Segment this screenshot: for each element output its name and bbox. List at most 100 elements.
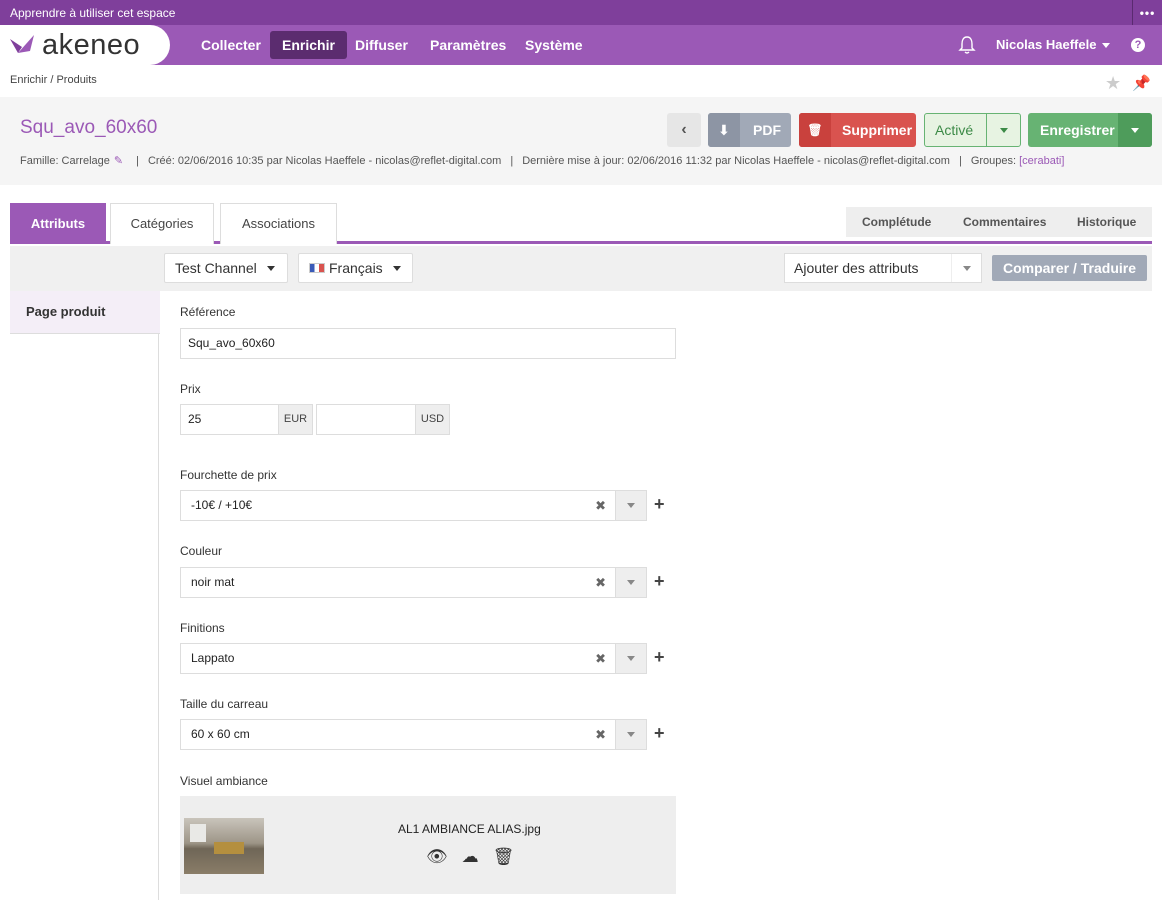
tile-size-dropdown[interactable] <box>615 720 646 749</box>
groups-link[interactable]: [cerabati] <box>1019 155 1064 167</box>
status-toggle[interactable]: Activé <box>924 113 1021 147</box>
tab-associations[interactable]: Associations <box>220 203 337 244</box>
add-attributes-select[interactable]: Ajouter des attributs <box>784 253 982 283</box>
more-menu-button[interactable]: ••• <box>1132 0 1162 25</box>
chevron-down-icon <box>962 265 971 271</box>
reference-label: Référence <box>180 305 236 319</box>
tile-size-value: 60 x 60 cm <box>191 727 250 741</box>
clear-icon[interactable]: ✖ <box>595 644 606 673</box>
tab-historique[interactable]: Historique <box>1077 207 1136 237</box>
trash-icon: 🗑 <box>799 113 831 147</box>
clear-icon[interactable]: ✖ <box>595 720 606 749</box>
nav-parametres[interactable]: Paramètres <box>418 31 518 59</box>
breadcrumb[interactable]: Enrichir / Produits <box>10 74 97 86</box>
tab-attributs[interactable]: Attributs <box>10 203 106 244</box>
save-label: Enregistrer <box>1040 122 1115 138</box>
pencil-icon[interactable]: ✎ <box>114 154 123 167</box>
tab-commentaires[interactable]: Commentaires <box>963 207 1046 237</box>
tile-size-label: Taille du carreau <box>180 697 269 711</box>
compare-translate-button[interactable]: Comparer / Traduire <box>992 255 1147 281</box>
cloud-download-icon[interactable]: ☁ <box>462 847 479 867</box>
color-label: Couleur <box>180 544 223 558</box>
channel-select[interactable]: Test Channel <box>164 253 288 283</box>
delete-button[interactable]: 🗑 Supprimer <box>799 113 916 147</box>
color-select[interactable]: noir mat ✖ <box>180 567 647 598</box>
trash-icon[interactable]: 🗑 <box>493 847 515 867</box>
save-button[interactable]: Enregistrer <box>1028 113 1152 147</box>
price-range-select[interactable]: -10€ / +10€ ✖ <box>180 490 647 521</box>
finish-value: Lappato <box>191 651 235 665</box>
updated-info: Dernière mise à jour: 02/06/2016 11:32 p… <box>522 155 950 167</box>
pin-icon[interactable]: 📌 <box>1132 74 1151 92</box>
star-icon[interactable]: ★ <box>1105 73 1121 94</box>
chevron-down-icon <box>999 127 1008 133</box>
clear-icon[interactable]: ✖ <box>595 568 606 597</box>
back-button[interactable]: ‹ <box>667 113 701 147</box>
pdf-button[interactable]: ⬇ PDF <box>708 113 791 147</box>
save-dropdown[interactable] <box>1118 113 1152 147</box>
plus-icon[interactable]: + <box>654 723 665 744</box>
chevron-down-icon <box>1131 127 1139 133</box>
plus-icon[interactable]: + <box>654 494 665 515</box>
breadcrumb-bar: Enrichir / Produits ★ 📌 <box>0 65 1162 97</box>
channel-value: Test Channel <box>175 260 257 276</box>
add-attributes-dropdown[interactable] <box>951 254 981 282</box>
family-label: Famille: Carrelage <box>20 155 110 167</box>
media-field: AL1 AMBIANCE ALIAS.jpg 👁 ☁ 🗑 <box>180 796 676 894</box>
media-thumbnail[interactable] <box>184 818 264 874</box>
price-eur-unit: EUR <box>278 404 313 435</box>
nav-diffuser[interactable]: Diffuser <box>343 31 420 59</box>
tile-size-select[interactable]: 60 x 60 cm ✖ <box>180 719 647 750</box>
tab-completude[interactable]: Complétude <box>862 207 931 237</box>
color-dropdown[interactable] <box>615 568 646 597</box>
chevron-down-icon <box>627 656 635 661</box>
reference-field[interactable]: Squ_avo_60x60 <box>180 328 676 359</box>
price-range-dropdown[interactable] <box>615 491 646 520</box>
status-dropdown[interactable] <box>986 114 1020 146</box>
plus-icon[interactable]: + <box>654 647 665 668</box>
chevron-down-icon <box>1102 43 1111 49</box>
page-title: Squ_avo_60x60 <box>20 117 158 138</box>
eye-icon[interactable]: 👁 <box>426 847 448 867</box>
user-name: Nicolas Haeffele <box>996 37 1097 52</box>
sidebar-item-page-produit[interactable]: Page produit <box>10 291 160 334</box>
delete-label: Supprimer <box>842 122 913 138</box>
plus-icon[interactable]: + <box>654 571 665 592</box>
user-menu[interactable]: Nicolas Haeffele <box>996 37 1111 52</box>
product-header: Squ_avo_60x60 Famille: Carrelage ✎ | Créé: … <box>0 97 1162 185</box>
clear-icon[interactable]: ✖ <box>595 491 606 520</box>
color-value: noir mat <box>191 575 235 589</box>
chevron-down-icon <box>627 580 635 585</box>
learn-link[interactable]: Apprendre à utiliser cet espace <box>10 6 175 20</box>
chevron-down-icon <box>392 265 401 271</box>
chevron-down-icon <box>627 732 635 737</box>
flag-icon <box>309 263 325 273</box>
price-range-value: -10€ / +10€ <box>191 498 253 512</box>
price-range-label: Fourchette de prix <box>180 468 277 482</box>
finish-label: Finitions <box>180 621 225 635</box>
locale-select[interactable]: Français <box>298 253 413 283</box>
nav-collecter[interactable]: Collecter <box>189 31 273 59</box>
bell-icon[interactable] <box>958 35 976 55</box>
tab-categories[interactable]: Catégories <box>110 203 214 244</box>
nav-systeme[interactable]: Système <box>513 31 595 59</box>
price-usd-field[interactable] <box>316 404 416 435</box>
logo[interactable]: akeneo <box>0 25 170 65</box>
help-icon[interactable]: ? <box>1131 38 1145 52</box>
attribute-toolbar: Test Channel Français Ajouter des attrib… <box>10 246 1152 291</box>
price-eur-field[interactable]: 25 <box>180 404 279 435</box>
status-label: Activé <box>935 122 974 138</box>
media-actions: 👁 ☁ 🗑 <box>426 847 514 867</box>
attribute-group-sidebar: Page produit <box>10 291 160 900</box>
finish-select[interactable]: Lappato ✖ <box>180 643 647 674</box>
download-icon: ⬇ <box>708 113 740 147</box>
learning-bar: Apprendre à utiliser cet espace ••• <box>0 0 1162 25</box>
product-tabs: Attributs Catégories Associations Complé… <box>10 203 1152 244</box>
akeneo-logo-icon <box>10 35 34 53</box>
pdf-label: PDF <box>753 122 781 138</box>
product-meta: Famille: Carrelage ✎ | Créé: 02/06/2016 10:… <box>20 154 1065 167</box>
finish-dropdown[interactable] <box>615 644 646 673</box>
nav-enrichir[interactable]: Enrichir <box>270 31 347 59</box>
created-info: Créé: 02/06/2016 10:35 par Nicolas Haeff… <box>147 155 502 167</box>
brand-name: akeneo <box>42 28 141 61</box>
